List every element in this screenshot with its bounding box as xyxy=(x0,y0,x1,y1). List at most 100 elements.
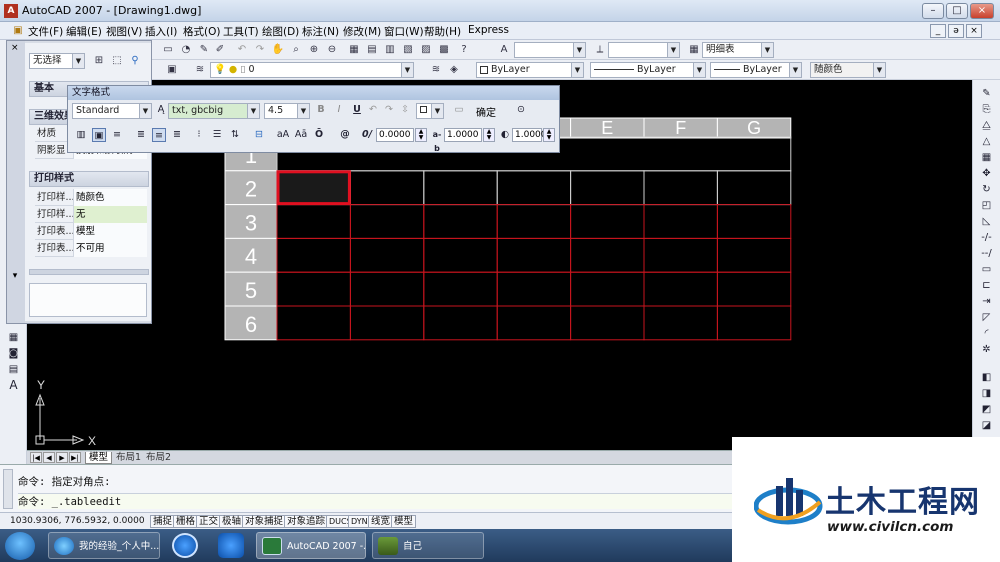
uppercase-button[interactable]: aA xyxy=(276,128,290,142)
tab-last-icon[interactable]: ▶| xyxy=(69,452,81,463)
dim-style-combo[interactable]: ▼ xyxy=(608,42,680,58)
align-left-icon[interactable]: ≣ xyxy=(134,128,148,142)
selection-combo[interactable]: 无选择 ▼ xyxy=(29,53,85,69)
stretch-icon[interactable]: ◺ xyxy=(978,214,995,229)
close-icon[interactable]: × xyxy=(11,43,19,53)
mtext-justify-icon[interactable]: ▣ xyxy=(92,128,106,142)
redo-icon[interactable]: ↷ xyxy=(252,42,268,58)
menu-draw[interactable]: 绘图(D) xyxy=(262,24,299,39)
font-select[interactable]: txt, gbcbig ▼ xyxy=(168,103,260,119)
table-cell[interactable] xyxy=(571,137,644,171)
break-icon[interactable]: ▭ xyxy=(978,262,995,277)
lowercase-button[interactable]: Aā xyxy=(294,128,308,142)
layer-states-icon[interactable]: ≋ xyxy=(192,62,208,78)
palette-titlebar[interactable]: × ▾ xyxy=(7,41,25,323)
draworder-front-icon[interactable]: ◧ xyxy=(978,370,995,385)
italic-button[interactable]: I xyxy=(332,103,346,117)
polar-toggle[interactable]: 极轴 xyxy=(219,515,245,528)
calculator-icon[interactable]: ▩ xyxy=(436,42,452,58)
table-cell[interactable] xyxy=(496,170,572,206)
redo-icon[interactable]: ↷ xyxy=(382,103,396,117)
undo-icon[interactable]: ↶ xyxy=(366,103,380,117)
lineweight-combo[interactable]: ByLayer ▼ xyxy=(710,62,802,78)
tool-palettes-icon[interactable]: ▥ xyxy=(382,42,398,58)
quick-select-icon[interactable]: ⚲ xyxy=(127,53,143,69)
command-grip[interactable] xyxy=(3,469,13,509)
plotstyle-combo[interactable]: 随颜色 ▼ xyxy=(810,62,886,78)
table-style-icon[interactable]: ▦ xyxy=(686,42,702,58)
layer-manager-icon[interactable]: ▣ xyxy=(164,62,180,78)
sheet-set-icon[interactable]: ▧ xyxy=(400,42,416,58)
table-cell[interactable] xyxy=(570,170,645,206)
table-cell[interactable] xyxy=(716,237,792,273)
menu-modify[interactable]: 修改(M) xyxy=(343,24,381,39)
table-cell[interactable] xyxy=(716,204,792,239)
property-row[interactable]: 打印表... 不可用 xyxy=(35,240,147,257)
property-row[interactable]: 打印样... 无 xyxy=(35,206,147,223)
tab-first-icon[interactable]: |◀ xyxy=(30,452,42,463)
tab-layout2[interactable]: 布局2 xyxy=(143,452,174,464)
command-input-line[interactable]: 命令: _.tableedit xyxy=(18,493,733,509)
zoom-realtime-icon[interactable]: ⌕ xyxy=(288,42,304,58)
table-cell[interactable] xyxy=(643,170,718,206)
options-icon[interactable]: ⊙ xyxy=(514,103,528,117)
align-right-icon[interactable]: ≣ xyxy=(170,128,184,142)
mdi-minimize-button[interactable]: _ xyxy=(930,24,946,38)
linetype-combo[interactable]: ByLayer ▼ xyxy=(590,62,706,78)
menu-format[interactable]: 格式(O) xyxy=(183,24,220,39)
fillet-icon[interactable]: ◜ xyxy=(978,326,995,341)
text-format-title[interactable]: 文字格式 xyxy=(68,86,559,100)
snap-toggle[interactable]: 捕捉 xyxy=(150,515,176,528)
zoom-window-icon[interactable]: ⊕ xyxy=(306,42,322,58)
table-cell[interactable] xyxy=(643,237,718,273)
table-cell[interactable] xyxy=(423,204,498,239)
model-toggle[interactable]: 模型 xyxy=(391,515,417,528)
text-style-select[interactable]: Standard ▼ xyxy=(72,103,152,119)
taskbar-shield-icon[interactable] xyxy=(218,533,244,558)
menu-window[interactable]: 窗口(W) xyxy=(384,24,424,39)
align-center-icon[interactable]: ≡ xyxy=(152,128,166,142)
section-collapsed-bar[interactable] xyxy=(29,269,149,275)
table-cell[interactable] xyxy=(644,137,717,171)
maximize-button[interactable]: □ xyxy=(946,3,968,19)
table-cell[interactable] xyxy=(643,271,718,307)
table-cell[interactable] xyxy=(496,271,572,307)
text-style-icon[interactable]: A xyxy=(496,42,512,58)
table-cell[interactable] xyxy=(276,204,351,239)
table-icon[interactable]: ▦ xyxy=(5,330,22,345)
open-icon[interactable]: ◔ xyxy=(178,42,194,58)
rotate-icon[interactable]: ↻ xyxy=(978,182,995,197)
taskbar-item-browser[interactable]: 我的经验_个人中... xyxy=(48,532,160,559)
paragraph-icon[interactable]: ≡ xyxy=(110,128,124,142)
design-center-icon[interactable]: ▤ xyxy=(364,42,380,58)
section-plot-style[interactable]: 打印样式 xyxy=(29,171,149,187)
text-style-combo[interactable]: ▼ xyxy=(514,42,586,58)
mdi-restore-button[interactable]: ǝ xyxy=(948,24,964,38)
undo-icon[interactable]: ↶ xyxy=(234,42,250,58)
join-icon[interactable]: ⇥ xyxy=(978,294,995,309)
symbol-button[interactable]: @ xyxy=(338,128,352,142)
draworder-back-icon[interactable]: ◨ xyxy=(978,386,995,401)
ok-button[interactable]: 确定 xyxy=(476,104,496,119)
insert-field-icon[interactable]: ⊟ xyxy=(252,128,266,142)
selected-cell[interactable] xyxy=(276,170,351,206)
dim-style-icon[interactable]: ⟂ xyxy=(592,42,608,58)
table-cell[interactable] xyxy=(349,170,425,206)
menu-file[interactable]: 文件(F) xyxy=(28,24,63,39)
markup-icon[interactable]: ▨ xyxy=(418,42,434,58)
tracking-input[interactable]: 1.0000 ▲ ▼ xyxy=(444,128,495,142)
table-cell[interactable] xyxy=(349,305,425,341)
osnap-toggle[interactable]: 对象捕捉 xyxy=(242,515,287,528)
start-button[interactable] xyxy=(5,532,35,560)
menu-view[interactable]: 视图(V) xyxy=(106,24,142,39)
table-cell[interactable] xyxy=(496,305,572,341)
menu-express[interactable]: Express xyxy=(468,24,509,36)
make-current-layer-icon[interactable]: ≋ xyxy=(428,62,444,78)
trim-icon[interactable]: -/- xyxy=(978,230,995,245)
document-icon[interactable]: ▣ xyxy=(10,23,26,39)
ortho-toggle[interactable]: 正交 xyxy=(196,515,222,528)
offset-icon[interactable]: △ xyxy=(978,134,995,149)
bullets-icon[interactable]: ☰ xyxy=(210,128,224,142)
break-at-point-icon[interactable]: ⊏ xyxy=(978,278,995,293)
tab-layout1[interactable]: 布局1 xyxy=(113,452,144,464)
